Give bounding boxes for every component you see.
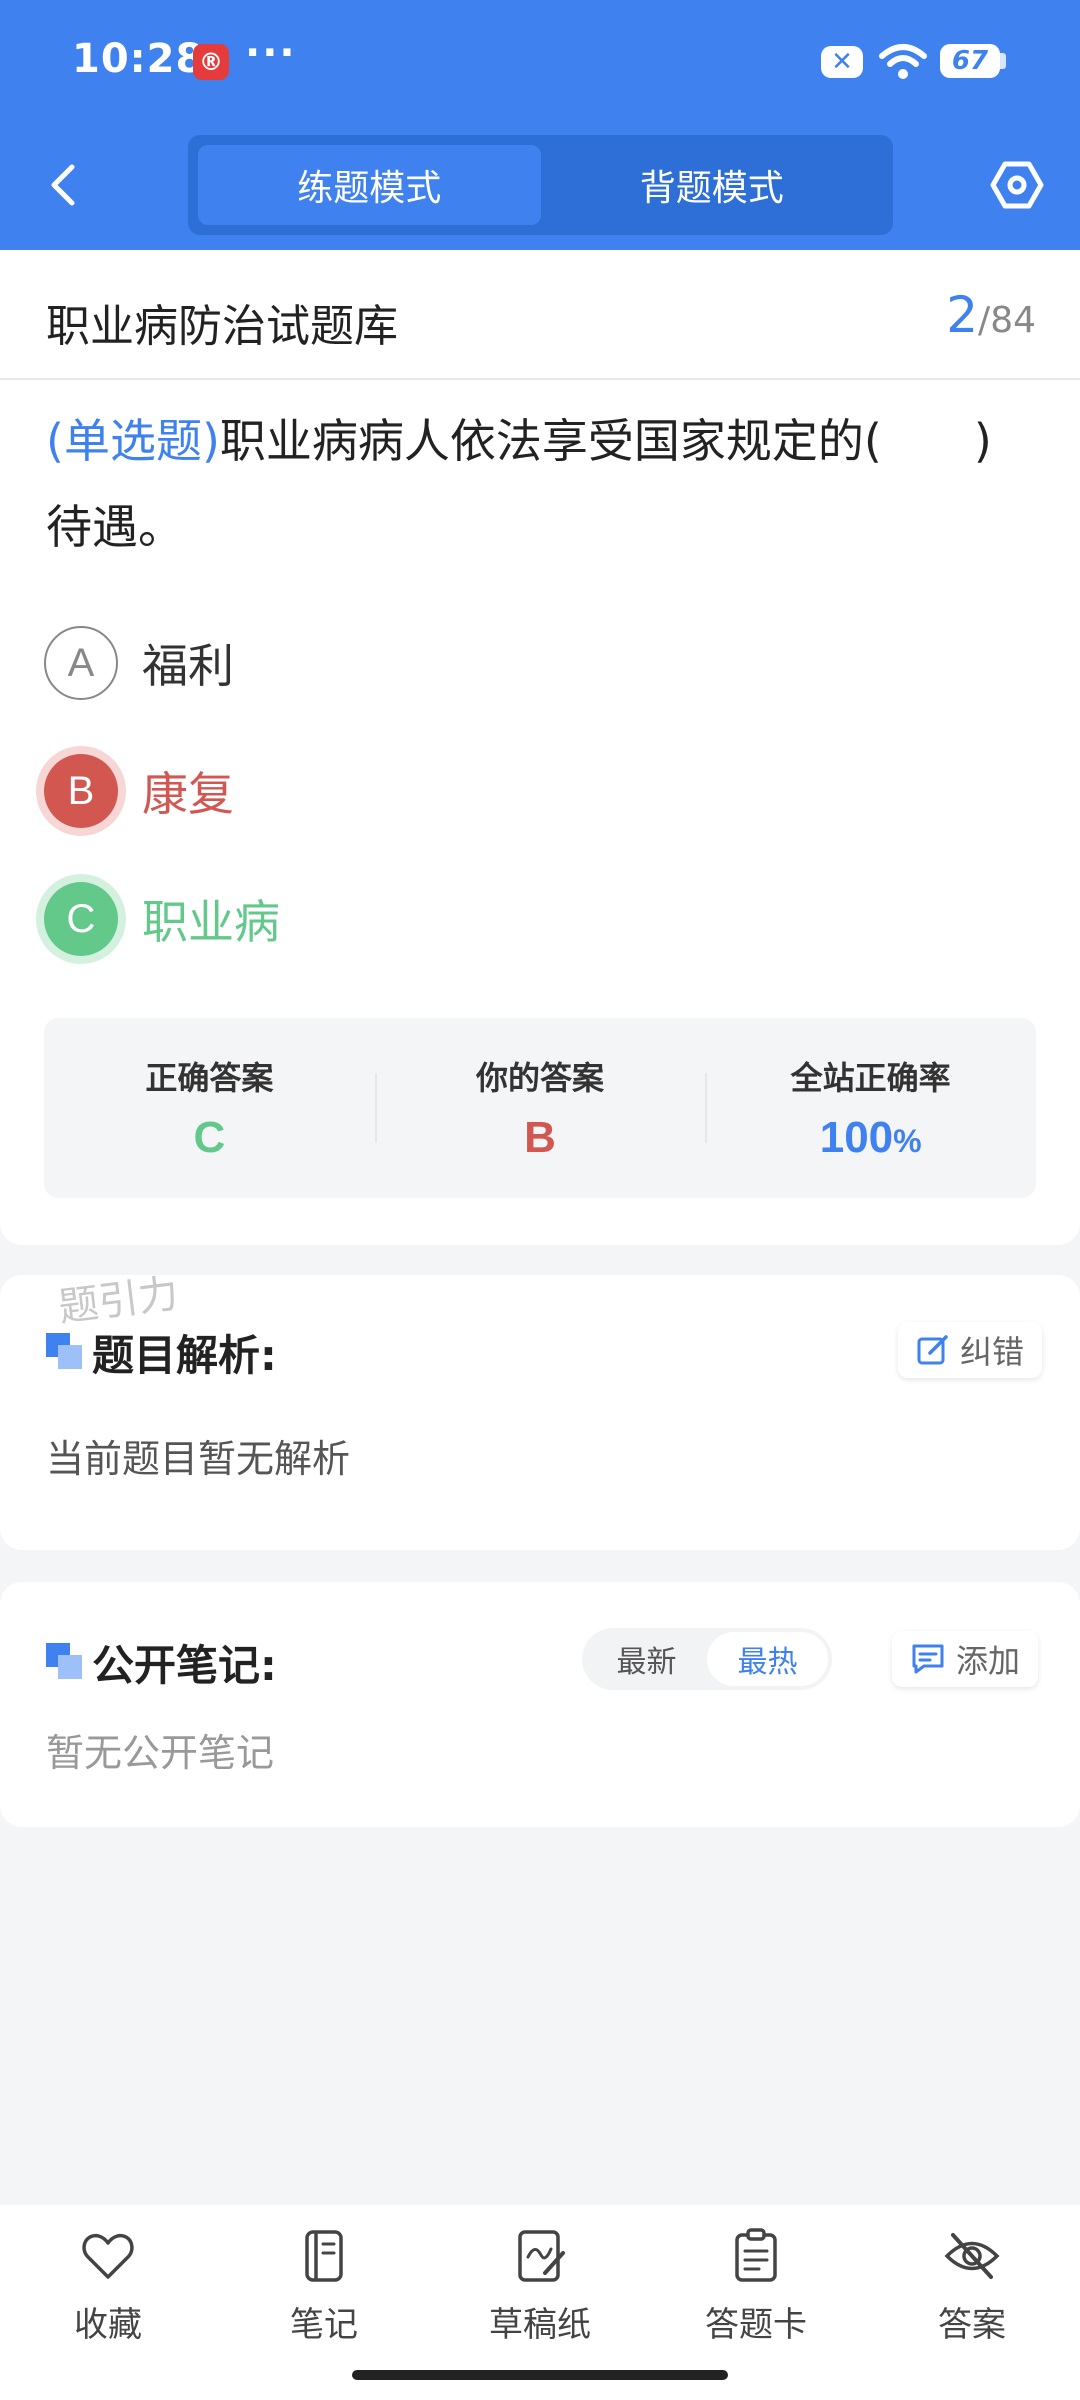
current-question-number: 2: [946, 286, 979, 344]
option-b-letter: B: [44, 754, 118, 828]
your-answer-value: B: [524, 1113, 556, 1162]
nav-favorite-label: 收藏: [74, 2305, 142, 2345]
nav-draft-label: 草稿纸: [489, 2305, 591, 2345]
notes-card: [0, 1582, 1080, 1827]
more-notifications-icon: ···: [245, 30, 297, 76]
sort-latest[interactable]: 最新: [586, 1632, 707, 1686]
option-a-text: 福利: [142, 639, 234, 693]
answer-stats: 正确答案 C 你的答案 B 全站正确率 100%: [44, 1018, 1036, 1198]
accuracy-rate-label: 全站正确率: [790, 1059, 951, 1097]
battery-tip: [1000, 53, 1006, 69]
stat-accuracy-rate: 全站正确率 100%: [705, 1018, 1036, 1198]
tab-practice-mode[interactable]: 练题模式: [198, 145, 541, 225]
report-error-button[interactable]: 纠错: [898, 1322, 1043, 1378]
sort-hottest[interactable]: 最热: [707, 1632, 828, 1686]
add-note-label: 添加: [956, 1642, 1021, 1680]
notebook-icon: [305, 2230, 343, 2282]
option-b[interactable]: B 康复: [44, 754, 234, 828]
back-arrow-icon[interactable]: [40, 155, 90, 215]
section-square-icon: [46, 1333, 82, 1369]
notes-title: 公开笔记:: [92, 1641, 277, 1690]
add-note-button[interactable]: 添加: [892, 1631, 1039, 1687]
nav-notes-label: 笔记: [290, 2305, 358, 2345]
mode-switch: 练题模式 背题模式: [188, 135, 893, 235]
nav-favorite[interactable]: 收藏: [0, 2205, 216, 2400]
header-divider: [0, 378, 1080, 380]
report-error-label: 纠错: [960, 1333, 1025, 1371]
section-square-icon: [46, 1643, 82, 1679]
stat-correct-answer: 正确答案 C: [44, 1018, 375, 1198]
status-time: 10:28: [72, 36, 205, 82]
question-type-label: (单选题): [46, 414, 220, 468]
heart-icon: [82, 2233, 134, 2279]
stat-your-answer: 你的答案 B: [374, 1018, 706, 1198]
accuracy-rate-value: 100%: [820, 1113, 922, 1163]
option-b-text: 康复: [142, 767, 234, 821]
correct-answer-label: 正确答案: [145, 1059, 274, 1097]
option-a[interactable]: A 福利: [44, 626, 234, 700]
battery-icon: 67: [940, 44, 1000, 78]
home-indicator[interactable]: [352, 2370, 728, 2380]
wifi-icon: [879, 44, 927, 79]
question-counter: 2/84: [946, 286, 1036, 344]
accuracy-rate-unit: %: [893, 1123, 922, 1159]
analysis-title: 题目解析:: [92, 1331, 277, 1380]
your-answer-label: 你的答案: [476, 1059, 605, 1097]
question-bank-title: 职业病防治试题库: [46, 301, 398, 352]
option-c-letter: C: [44, 882, 118, 956]
notes-empty-text: 暂无公开笔记: [46, 1731, 275, 1775]
settings-icon[interactable]: [990, 158, 1044, 212]
nav-show-answer-label: 答案: [938, 2305, 1006, 2345]
analysis-empty-text: 当前题目暂无解析: [46, 1437, 351, 1481]
netease-music-icon: ®: [193, 44, 229, 80]
question-text: (单选题)职业病病人依法享受国家规定的( )待遇。: [46, 398, 1036, 570]
no-sim-icon: ✕: [821, 46, 863, 78]
status-bar: 10:28 ® ··· ✕ 67: [0, 0, 1080, 125]
accuracy-rate-number: 100: [819, 1113, 894, 1162]
notes-sort-toggle: 最新 最热: [582, 1628, 832, 1690]
option-a-letter: A: [44, 626, 118, 700]
total-question-count: 84: [990, 300, 1036, 341]
comment-icon: [912, 1644, 944, 1674]
edit-icon: [917, 1335, 948, 1365]
option-c[interactable]: C 职业病: [44, 882, 280, 956]
counter-separator: /: [978, 300, 991, 341]
correct-answer-value: C: [193, 1113, 226, 1162]
option-c-text: 职业病: [142, 895, 280, 949]
answer-card-icon: [735, 2228, 777, 2282]
eye-off-icon: [944, 2233, 1000, 2279]
tab-memorize-mode[interactable]: 背题模式: [541, 145, 884, 225]
nav-answer-card-label: 答题卡: [705, 2305, 807, 2345]
nav-show-answer[interactable]: 答案: [864, 2205, 1080, 2400]
draft-paper-icon: [518, 2230, 565, 2282]
